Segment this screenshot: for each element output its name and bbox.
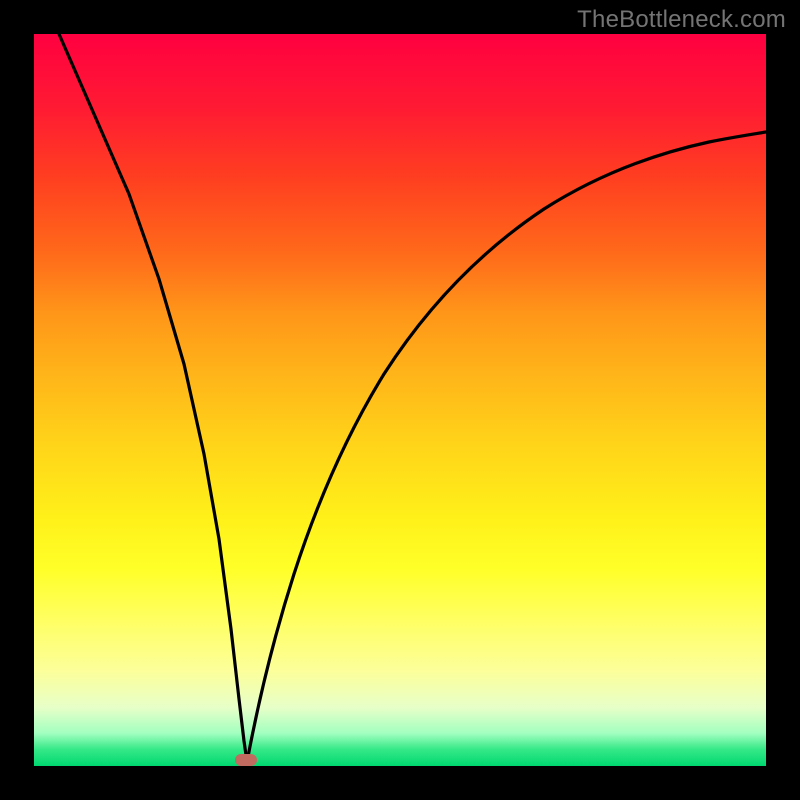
chart-frame: TheBottleneck.com [0,0,800,800]
bottleneck-curve [34,34,766,766]
optimal-marker [235,754,257,766]
curve-left-branch [59,34,247,762]
curve-right-branch [247,132,766,762]
watermark-text: TheBottleneck.com [577,6,786,34]
